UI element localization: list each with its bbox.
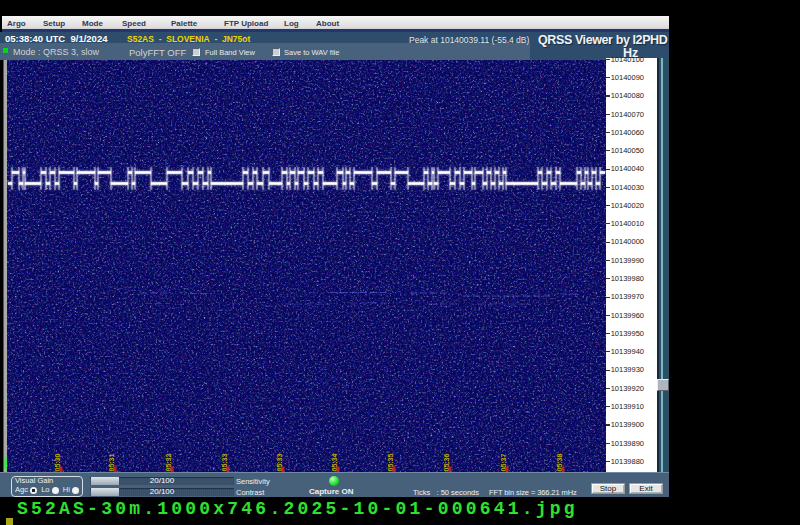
svg-text:05:31: 05:31 xyxy=(108,453,115,471)
svg-text:05:32: 05:32 xyxy=(165,453,172,471)
svg-text:05:36: 05:36 xyxy=(443,453,450,471)
svg-text:05:37: 05:37 xyxy=(500,453,507,471)
svg-text:05:33: 05:33 xyxy=(221,453,228,471)
svg-text:05:34: 05:34 xyxy=(331,453,338,471)
svg-text:05:33: 05:33 xyxy=(276,453,283,471)
svg-text:05:35: 05:35 xyxy=(387,453,394,471)
svg-text:05:30: 05:30 xyxy=(54,453,61,471)
svg-text:05:38: 05:38 xyxy=(556,453,563,471)
